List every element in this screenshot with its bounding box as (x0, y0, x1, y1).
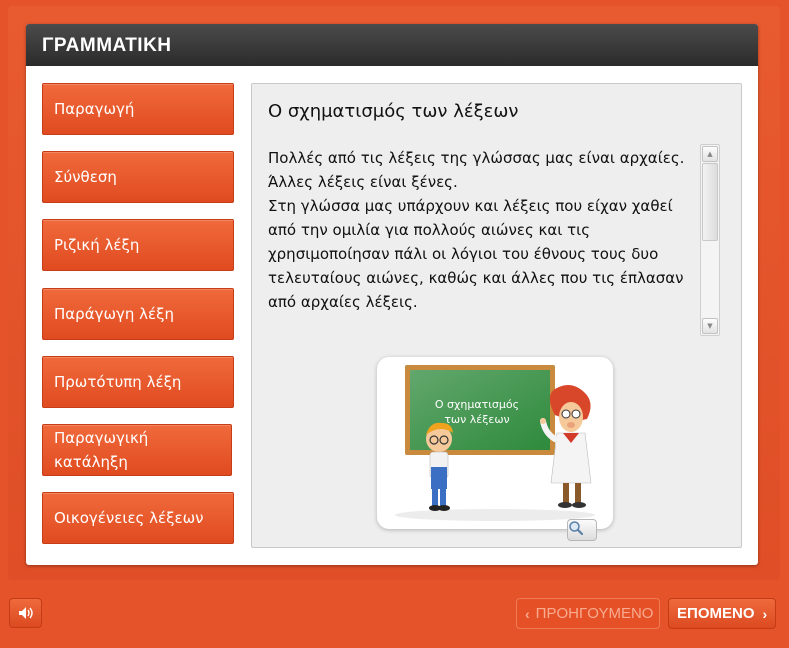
next-button-label: ΕΠΟΜΕΝΟ (677, 605, 755, 622)
content-paragraph: Στη γλώσσα μας υπάρχουν και λέξεις που ε… (268, 197, 684, 311)
menu-item-label: Παραγωγική κατάληξη (54, 429, 149, 471)
chalkboard-line: των λέξεων (444, 413, 510, 426)
content-panel: Ο σχηματισμός των λέξεων Πολλές από τις … (251, 83, 742, 548)
previous-button[interactable]: ‹ ΠΡΟΗΓΟΥΜΕΝΟ (516, 598, 660, 629)
sound-button[interactable] (9, 598, 42, 628)
content-paragraph: Άλλες λέξεις είναι ξένες. (268, 173, 458, 191)
speaker-icon (18, 607, 33, 619)
previous-button-label: ΠΡΟΗΓΟΥΜΕΝΟ (535, 605, 654, 622)
zoom-button[interactable] (567, 519, 597, 541)
chalkboard-line: Ο σχηματισμός (434, 398, 520, 411)
menu-item-synthesi[interactable]: Σύνθεση (42, 151, 234, 203)
menu-item-paragogi-lexi[interactable]: Παράγωγη λέξη (42, 288, 234, 340)
menu-item-label: Πρωτότυπη λέξη (54, 373, 182, 391)
scroll-down-arrow[interactable]: ▼ (702, 318, 718, 334)
menu-item-prototypi-lexi[interactable]: Πρωτότυπη λέξη (42, 356, 234, 408)
scroll-thumb[interactable] (702, 163, 718, 241)
menu-item-paragogiki-katalixi[interactable]: Παραγωγική κατάληξη (42, 424, 232, 476)
menu-item-label: Παραγωγή (54, 100, 135, 118)
chevron-right-icon: › (762, 605, 768, 622)
chalkboard-text: Ο σχηματισμός των λέξεων (421, 397, 533, 427)
menu-item-label: Ριζική λέξη (54, 236, 140, 254)
next-button[interactable]: ΕΠΟΜΕΝΟ › (668, 598, 776, 629)
menu-item-label: Σύνθεση (54, 168, 117, 186)
menu-item-riziki-lexi[interactable]: Ριζική λέξη (42, 219, 234, 271)
menu-item-paragogi[interactable]: Παραγωγή (42, 83, 234, 135)
lesson-illustration[interactable]: Ο σχηματισμός των λέξεων (377, 357, 613, 541)
scroll-up-arrow[interactable]: ▲ (702, 146, 718, 162)
text-scrollbar[interactable]: ▲ ▼ (700, 144, 720, 336)
classroom-illustration (395, 365, 595, 521)
chevron-left-icon: ‹ (525, 605, 530, 622)
menu-item-oikogeneies-lexeon[interactable]: Οικογένειες λέξεων (42, 492, 234, 544)
navigation-bar: ‹ ΠΡΟΗΓΟΥΜΕΝΟ ΕΠΟΜΕΝΟ › (0, 586, 789, 648)
magnifier-icon (569, 521, 584, 536)
page-title: ΓΡΑΜΜΑΤΙΚΗ (26, 24, 758, 66)
menu-item-label: Οικογένειες λέξεων (54, 509, 204, 527)
menu-item-label: Παράγωγη λέξη (54, 305, 175, 323)
content-text: Πολλές από τις λέξεις της γλώσσας μας εί… (268, 146, 688, 340)
content-paragraph: Πολλές από τις λέξεις της γλώσσας μας εί… (268, 149, 685, 167)
content-title: Ο σχηματισμός των λέξεων (268, 101, 519, 122)
